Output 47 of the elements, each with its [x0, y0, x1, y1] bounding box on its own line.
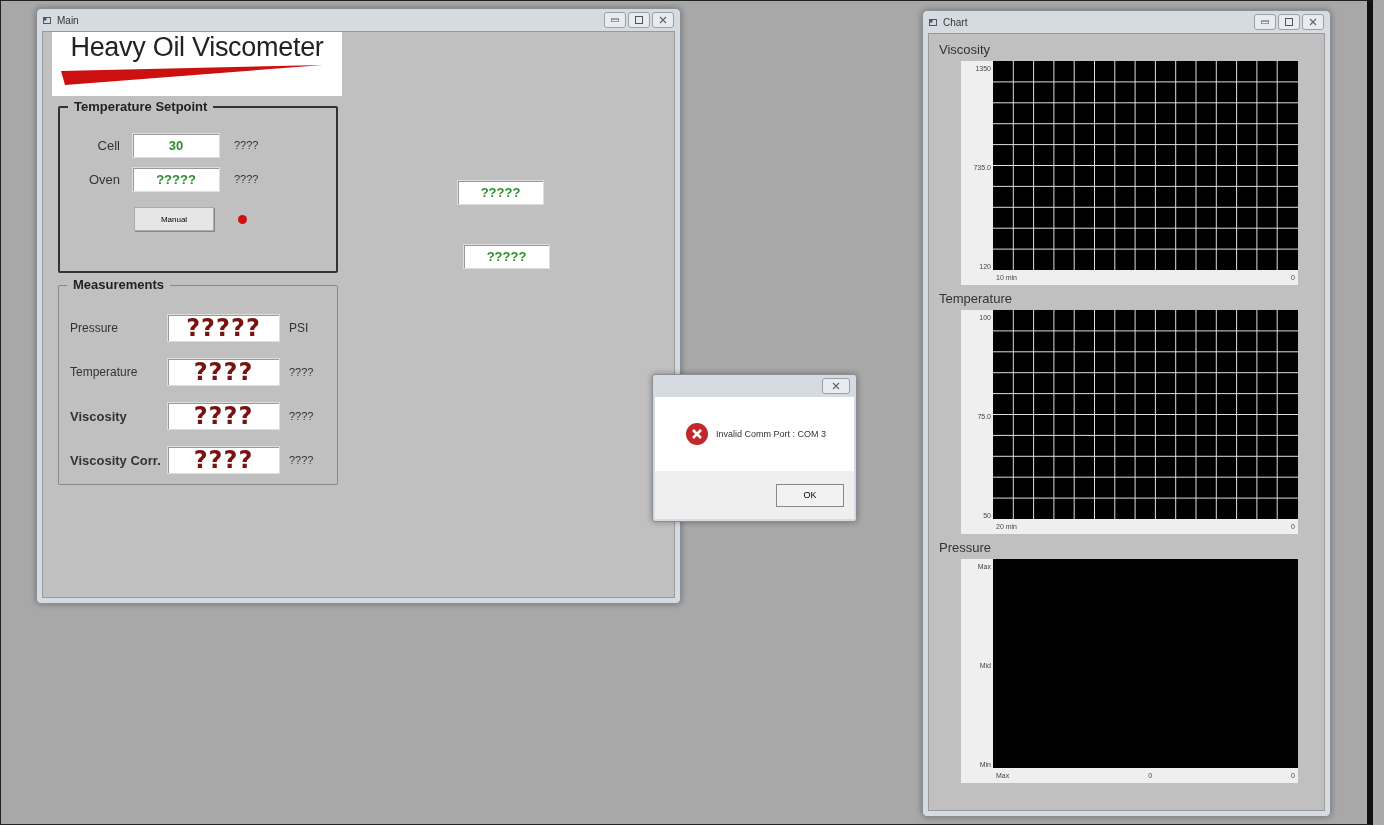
- error-icon: [685, 422, 709, 446]
- close-icon: [832, 382, 840, 390]
- group-title: Measurements: [67, 277, 171, 292]
- measurement-field[interactable]: ????: [167, 358, 280, 386]
- maximize-button[interactable]: [1278, 14, 1300, 30]
- minimize-icon: [611, 18, 619, 22]
- close-icon: [1309, 18, 1317, 26]
- window-title: Main: [57, 14, 80, 26]
- close-icon: [659, 16, 667, 24]
- window-title: Chart: [943, 16, 969, 28]
- window-icon: [43, 15, 52, 25]
- unit-label: ????: [289, 366, 314, 378]
- unit-label: ????: [234, 139, 259, 151]
- maximize-button[interactable]: [628, 12, 650, 28]
- unit-label: ????: [289, 454, 314, 466]
- close-button[interactable]: [652, 12, 674, 28]
- setpoint-label: Oven: [87, 171, 120, 187]
- setpoint-field[interactable]: 30: [132, 132, 220, 158]
- logo-text: Heavy Oil Viscometer: [70, 32, 324, 63]
- unit-label: ????: [289, 410, 314, 422]
- readout-field[interactable]: ?????: [457, 180, 544, 205]
- unit-label: ????: [234, 173, 259, 185]
- close-button[interactable]: [1302, 14, 1324, 30]
- minimize-icon: [1261, 20, 1269, 24]
- readout-field[interactable]: ?????: [463, 244, 550, 269]
- setpoint-label: Cell: [96, 137, 120, 153]
- chart-title: Temperature: [939, 291, 1013, 306]
- close-button[interactable]: [822, 378, 850, 394]
- maximize-icon: [635, 16, 643, 24]
- window-icon: [929, 17, 938, 27]
- status-indicator: [238, 214, 247, 224]
- measurement-label: Viscosity: [69, 408, 128, 424]
- ok-button[interactable]: OK: [776, 483, 844, 507]
- measurement-field[interactable]: ?????: [167, 314, 280, 342]
- error-message: Invalid Comm Port : COM 3: [716, 429, 827, 439]
- unit-label: PSI: [289, 321, 309, 335]
- chart-title: Pressure: [939, 540, 993, 555]
- measurement-label: Pressure: [69, 321, 120, 335]
- group-title: Temperature Setpoint: [68, 99, 214, 114]
- manual-button[interactable]: Manual: [134, 207, 214, 231]
- chart-title: Viscosity: [939, 42, 992, 57]
- measurement-label: Viscosity Corr.: [69, 452, 162, 468]
- measurement-label: Temperature: [69, 365, 139, 379]
- measurement-field[interactable]: ????: [167, 402, 280, 430]
- setpoint-field[interactable]: ?????: [132, 166, 220, 192]
- measurement-field[interactable]: ????: [167, 446, 280, 474]
- maximize-icon: [1285, 18, 1293, 26]
